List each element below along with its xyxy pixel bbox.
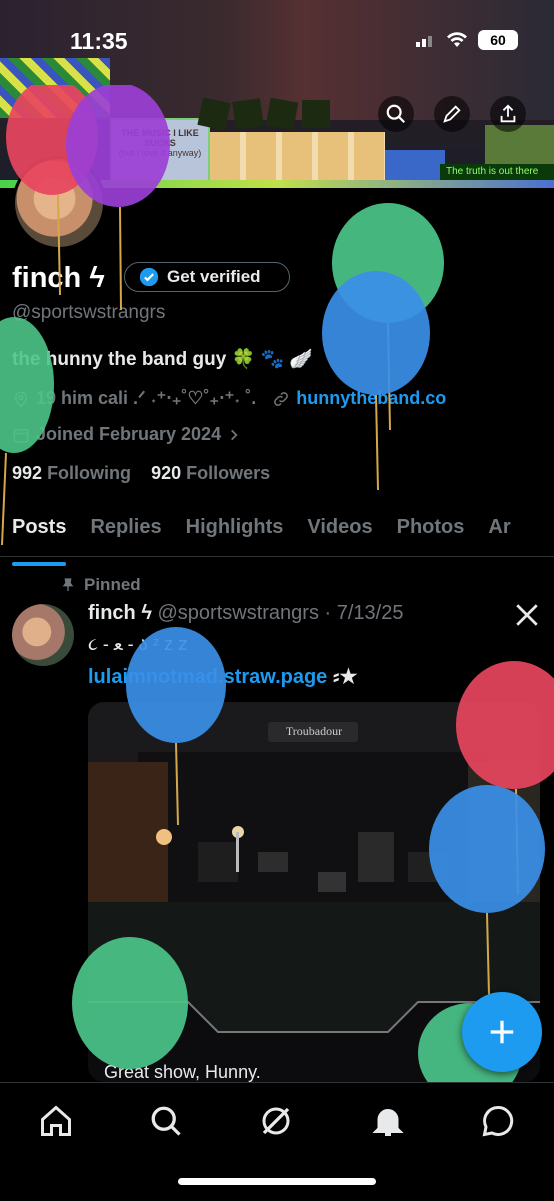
messages-icon[interactable] (480, 1103, 516, 1139)
battery-indicator: 60 (478, 30, 518, 50)
compose-post-button[interactable] (462, 992, 542, 1072)
search-icon[interactable] (148, 1103, 184, 1139)
grok-icon[interactable] (258, 1103, 294, 1139)
balloon-blue-3 (429, 785, 545, 996)
plus-icon (490, 1020, 514, 1044)
signal-icon (416, 36, 432, 47)
wifi-icon (447, 32, 467, 47)
balloon-blue-2 (126, 627, 226, 826)
balloon-green-2 (0, 317, 54, 546)
balloon-purple (66, 85, 170, 311)
bell-icon[interactable] (370, 1103, 406, 1139)
status-time: 11:35 (70, 28, 128, 54)
balloon-blue-1 (322, 271, 430, 491)
balloons-overlay (0, 85, 554, 1085)
home-indicator (178, 1178, 376, 1185)
home-icon[interactable] (38, 1103, 74, 1139)
balloon-green-3 (72, 937, 188, 1069)
status-icons: 60 (416, 30, 518, 50)
